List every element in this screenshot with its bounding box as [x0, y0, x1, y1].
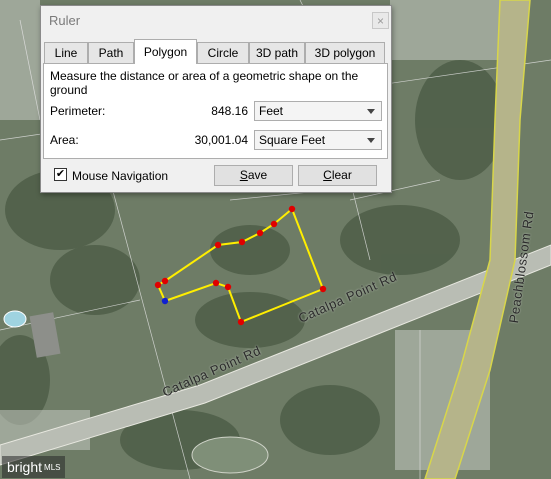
- vertex-handle[interactable]: [237, 318, 245, 326]
- brightmls-watermark: bright MLS: [2, 456, 66, 478]
- area-unit-value: Square Feet: [259, 133, 326, 147]
- check-icon: ✔: [55, 168, 66, 180]
- clear-mnemonic: C: [323, 168, 332, 182]
- clear-button[interactable]: Clear: [298, 165, 377, 186]
- dialog-titlebar[interactable]: Ruler ×: [41, 6, 391, 34]
- chevron-down-icon: [367, 138, 375, 143]
- vertex-handle[interactable]: [270, 220, 278, 228]
- vertex-handle[interactable]: [154, 281, 162, 289]
- pool: [3, 310, 27, 328]
- pond: [191, 436, 269, 474]
- chevron-down-icon: [367, 109, 375, 114]
- vertex-handle[interactable]: [161, 277, 169, 285]
- polygon-panel: Measure the distance or area of a geomet…: [43, 63, 388, 159]
- vertex-handle[interactable]: [319, 285, 327, 293]
- watermark-text: bright: [7, 459, 43, 475]
- save-button[interactable]: Save: [214, 165, 293, 186]
- vertex-handle[interactable]: [214, 241, 222, 249]
- close-icon: ×: [376, 14, 384, 28]
- vertex-handle[interactable]: [288, 205, 296, 213]
- save-label-rest: ave: [247, 168, 268, 182]
- area-value: 30,001.04: [194, 133, 248, 147]
- ruler-dialog: Ruler × Line Path Polygon Circle 3D path…: [40, 5, 392, 193]
- perimeter-unit-select[interactable]: Feet: [254, 101, 382, 121]
- perimeter-value: 848.16: [211, 104, 248, 118]
- watermark-suffix: MLS: [44, 463, 61, 473]
- mouse-navigation-checkbox[interactable]: ✔: [54, 168, 67, 181]
- perimeter-label: Perimeter:: [50, 104, 106, 118]
- panel-description: Measure the distance or area of a geomet…: [50, 69, 359, 97]
- close-button[interactable]: ×: [372, 12, 389, 29]
- vertex-handle[interactable]: [224, 283, 232, 291]
- tab-3d-path[interactable]: 3D path: [249, 42, 305, 63]
- save-mnemonic: S: [239, 168, 248, 182]
- mouse-navigation-label[interactable]: Mouse Navigation: [72, 169, 168, 183]
- area-label: Area:: [50, 133, 79, 147]
- vertex-handle[interactable]: [256, 229, 264, 237]
- active-vertex-handle[interactable]: [161, 297, 169, 305]
- tab-path[interactable]: Path: [88, 42, 134, 63]
- area-unit-select[interactable]: Square Feet: [254, 130, 382, 150]
- dialog-title: Ruler: [49, 13, 81, 28]
- perimeter-unit-value: Feet: [259, 104, 284, 118]
- vertex-handle[interactable]: [238, 238, 246, 246]
- vertex-handle[interactable]: [212, 279, 220, 287]
- tab-circle[interactable]: Circle: [197, 42, 249, 63]
- tab-3d-polygon[interactable]: 3D polygon: [305, 42, 385, 63]
- tab-polygon[interactable]: Polygon: [134, 39, 197, 64]
- clear-label-rest: lear: [331, 168, 352, 182]
- tab-line[interactable]: Line: [44, 42, 88, 63]
